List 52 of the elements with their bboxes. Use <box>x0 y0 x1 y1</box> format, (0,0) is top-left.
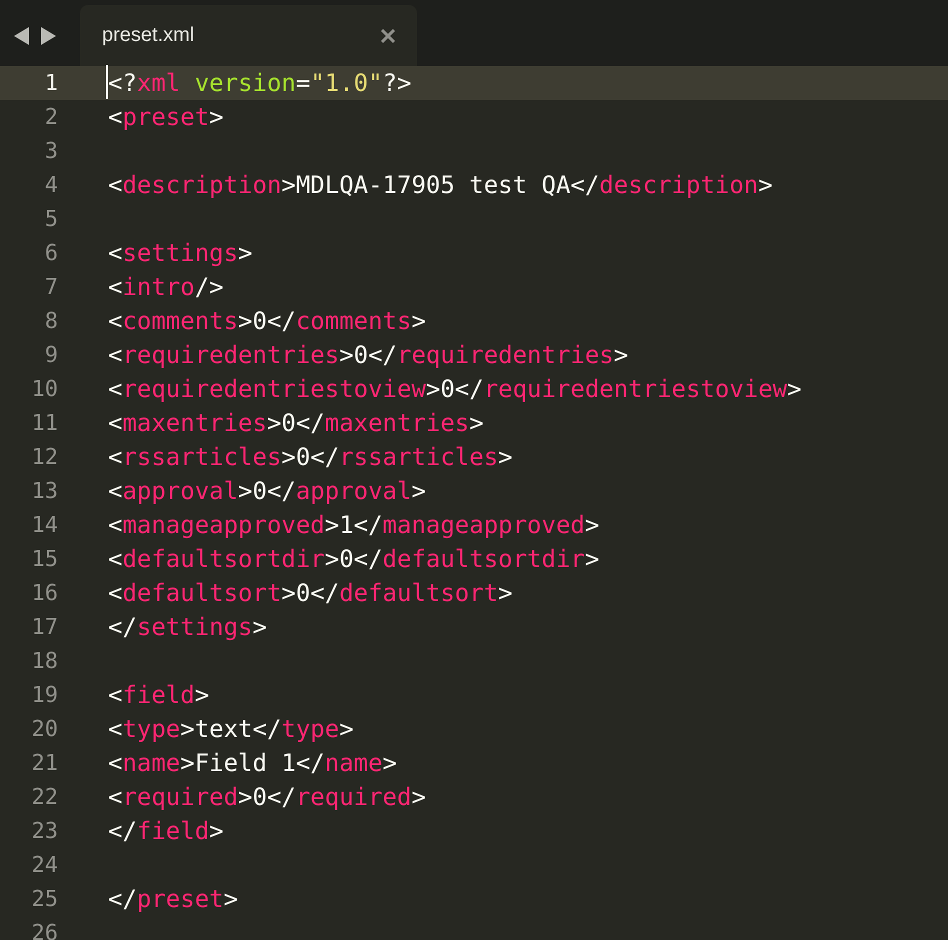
code-line: <manageapproved>1</manageapproved> <box>108 511 600 539</box>
close-icon[interactable] <box>381 28 395 42</box>
line-number: 26 <box>30 920 58 940</box>
line-number: 11 <box>30 410 58 436</box>
code-line: <field> <box>108 681 210 709</box>
text-cursor <box>106 65 108 99</box>
line-number: 13 <box>30 478 58 504</box>
line-number: 3 <box>44 138 58 164</box>
line-number: 4 <box>44 172 58 198</box>
code-line: <defaultsort>0</defaultsort> <box>108 579 513 607</box>
code-line: <maxentries>0</maxentries> <box>108 409 484 437</box>
line-number: 17 <box>30 614 58 640</box>
line-number: 1 <box>44 70 58 96</box>
line-number: 14 <box>30 512 58 538</box>
back-arrow-icon[interactable] <box>14 27 30 45</box>
line-number: 8 <box>44 308 58 334</box>
code-line: <comments>0</comments> <box>108 307 426 335</box>
line-number: 25 <box>30 886 58 912</box>
line-number: 9 <box>44 342 58 368</box>
code-line: <preset> <box>108 103 224 131</box>
line-number: 15 <box>30 546 58 572</box>
code-line: <rssarticles>0</rssarticles> <box>108 443 513 471</box>
line-number: 21 <box>30 750 58 776</box>
line-number: 19 <box>30 682 58 708</box>
code-line: <requiredentries>0</requiredentries> <box>108 341 628 369</box>
code-line: <intro/> <box>108 273 224 301</box>
code-line: <requiredentriestoview>0</requiredentriestoview> <box>108 375 802 403</box>
file-tab[interactable]: preset.xml <box>80 5 417 66</box>
line-number: 22 <box>30 784 58 810</box>
line-number: 6 <box>44 240 58 266</box>
code-line: <type>text</type> <box>108 715 354 743</box>
line-number: 23 <box>30 818 58 844</box>
forward-arrow-icon[interactable] <box>40 27 56 45</box>
line-number: 18 <box>30 648 58 674</box>
code-line: <description>MDLQA-17905 test QA</description> <box>108 171 773 199</box>
line-number: 10 <box>30 376 58 402</box>
code-line: <required>0</required> <box>108 783 426 811</box>
line-number: 12 <box>30 444 58 470</box>
code-line: </settings> <box>108 613 267 641</box>
code-line: </preset> <box>108 885 238 913</box>
line-number: 24 <box>30 852 58 878</box>
code-line: <approval>0</approval> <box>108 477 426 505</box>
line-number: 7 <box>44 274 58 300</box>
code-line: </field> <box>108 817 224 845</box>
code-line: <defaultsortdir>0</defaultsortdir> <box>108 545 600 573</box>
code-line: <?xml version="1.0"?> <box>108 69 412 97</box>
code-line: <settings> <box>108 239 252 267</box>
line-number: 20 <box>30 716 58 742</box>
code-line: <name>Field 1</name> <box>108 749 397 777</box>
line-number: 16 <box>30 580 58 606</box>
line-number: 2 <box>44 104 58 130</box>
line-number: 5 <box>44 206 58 232</box>
